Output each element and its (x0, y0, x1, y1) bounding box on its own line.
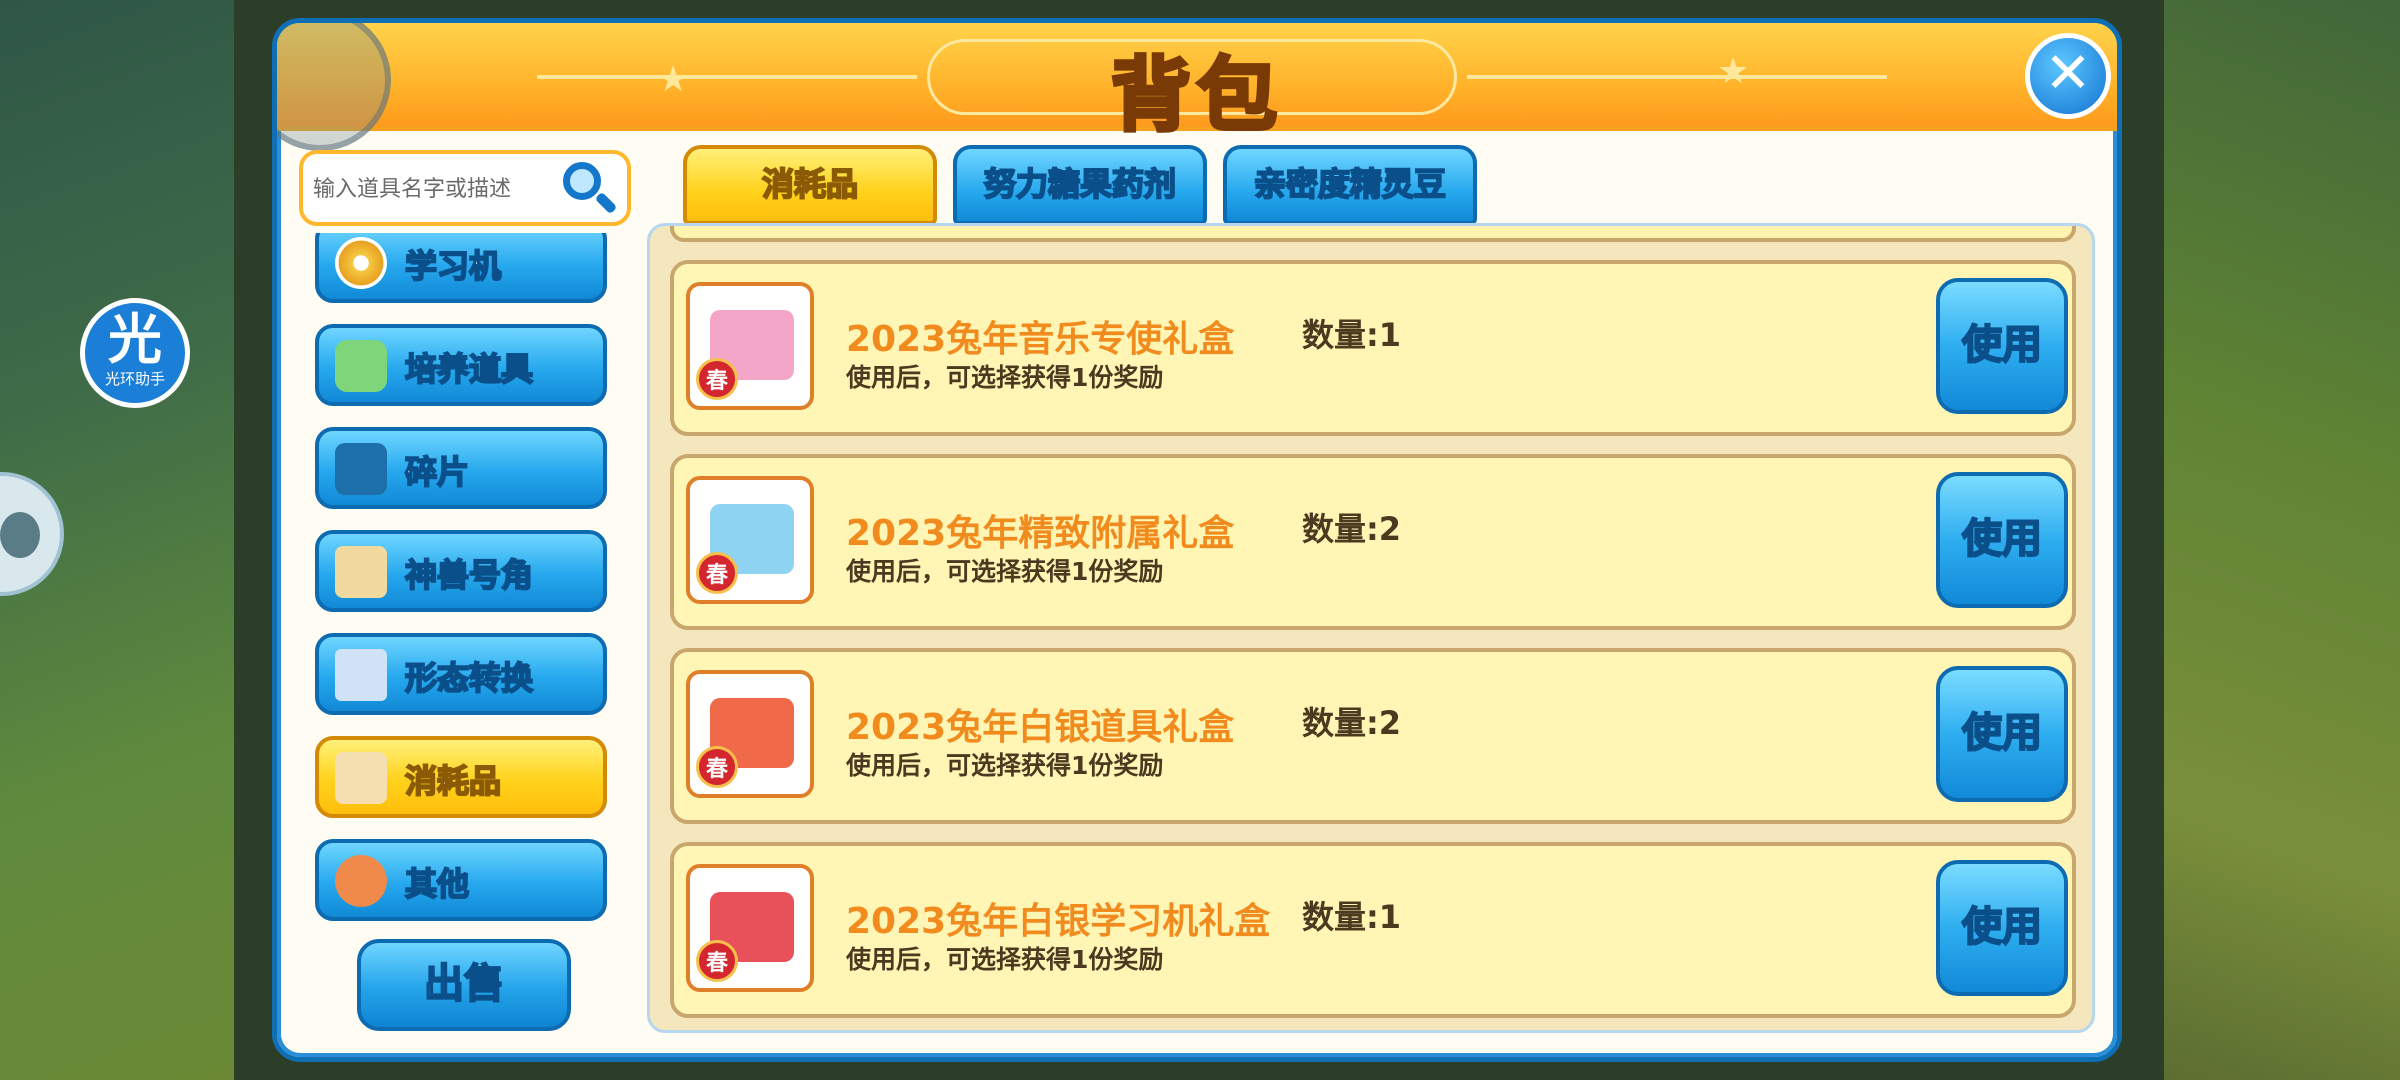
category-consumables[interactable]: 消耗品 (315, 736, 607, 818)
item-description: 使用后，可选择获得1份奖励 (846, 945, 1164, 974)
category-label: 形态转换 (404, 658, 534, 698)
spring-badge: 春 (696, 746, 738, 788)
category-study-machine[interactable]: 学习机 (315, 233, 607, 303)
spring-badge: 春 (696, 358, 738, 400)
category-label: 碎片 (404, 452, 470, 492)
tab-consumables[interactable]: 消耗品 (683, 145, 937, 225)
item-list[interactable]: 春 2023兔年音乐专使礼盒 数量:1 使用后，可选择获得1份奖励 使用 春 2… (647, 223, 2095, 1033)
item-quantity: 数量:2 (1302, 510, 1402, 548)
search-input[interactable] (311, 162, 537, 216)
search-bar (299, 150, 631, 226)
close-icon: ✕ (2044, 41, 2092, 106)
category-label: 消耗品 (404, 761, 502, 801)
potion-icon (335, 340, 387, 392)
search-icon-handle (594, 191, 618, 215)
assistant-glyph: 光 (108, 308, 162, 371)
previous-item-edge (670, 226, 2076, 242)
list-item: 春 2023兔年白银学习机礼盒 数量:1 使用后，可选择获得1份奖励 使用 (670, 842, 2076, 1018)
puzzle-icon (335, 443, 387, 495)
use-button[interactable]: 使用 (1936, 666, 2068, 802)
category-list[interactable]: 学习机 培养道具 碎片 神兽号角 形态转换 消耗品 其他 (315, 233, 615, 921)
category-other[interactable]: 其他 (315, 839, 607, 921)
category-label: 培养道具 (404, 349, 534, 389)
backpack-panel: ★ ★ 背包 ✕ 学习机 培养道具 碎片 神兽号角 形态转换 (272, 18, 2122, 1062)
gift-box-icon: 春 (686, 476, 814, 604)
item-quantity: 数量:1 (1302, 316, 1402, 354)
category-label: 学习机 (404, 246, 502, 286)
category-label: 神兽号角 (404, 555, 534, 595)
spring-badge: 春 (696, 940, 738, 982)
category-form-change[interactable]: 形态转换 (315, 633, 607, 715)
spring-badge: 春 (696, 552, 738, 594)
item-description: 使用后，可选择获得1份奖励 (846, 751, 1164, 780)
close-button[interactable]: ✕ (2025, 33, 2111, 119)
category-label: 其他 (404, 864, 470, 904)
horn-icon (335, 546, 387, 598)
item-name: 2023兔年白银学习机礼盒 (846, 901, 1271, 942)
list-item: 春 2023兔年白银道具礼盒 数量:2 使用后，可选择获得1份奖励 使用 (670, 648, 2076, 824)
megaphone-icon (335, 855, 387, 907)
assistant-label: 光环助手 (104, 370, 165, 388)
item-description: 使用后，可选择获得1份奖励 (846, 363, 1164, 392)
assistant-float-button[interactable]: 光 光环助手 (80, 298, 190, 408)
category-training-items[interactable]: 培养道具 (315, 324, 607, 406)
plane-icon (335, 649, 387, 701)
disc-icon (335, 237, 387, 289)
item-name: 2023兔年音乐专使礼盒 (846, 319, 1235, 360)
search-icon (563, 162, 601, 200)
search-button[interactable] (557, 158, 619, 220)
category-beast-horn[interactable]: 神兽号角 (315, 530, 607, 612)
gift-box-icon: 春 (686, 670, 814, 798)
gift-box-icon: 春 (686, 864, 814, 992)
sell-button[interactable]: 出售 (357, 939, 571, 1031)
use-button[interactable]: 使用 (1936, 472, 2068, 608)
list-item: 春 2023兔年音乐专使礼盒 数量:1 使用后，可选择获得1份奖励 使用 (670, 260, 2076, 436)
gift-box-icon: 春 (686, 282, 814, 410)
item-quantity: 数量:2 (1302, 704, 1402, 742)
category-fragments[interactable]: 碎片 (315, 427, 607, 509)
page-title: 背包 (1109, 47, 1283, 144)
tab-effort-candy[interactable]: 努力糖果药剂 (953, 145, 1207, 225)
list-item: 春 2023兔年精致附属礼盒 数量:2 使用后，可选择获得1份奖励 使用 (670, 454, 2076, 630)
tab-intimacy-beans[interactable]: 亲密度精灵豆 (1223, 145, 1477, 225)
use-button[interactable]: 使用 (1936, 860, 2068, 996)
use-button[interactable]: 使用 (1936, 278, 2068, 414)
box-icon (335, 752, 387, 804)
title-bar: ★ ★ 背包 ✕ (277, 23, 2117, 151)
item-description: 使用后，可选择获得1份奖励 (846, 557, 1164, 586)
item-name: 2023兔年白银道具礼盒 (846, 707, 1235, 748)
item-name: 2023兔年精致附属礼盒 (846, 513, 1235, 554)
item-quantity: 数量:1 (1302, 898, 1402, 936)
